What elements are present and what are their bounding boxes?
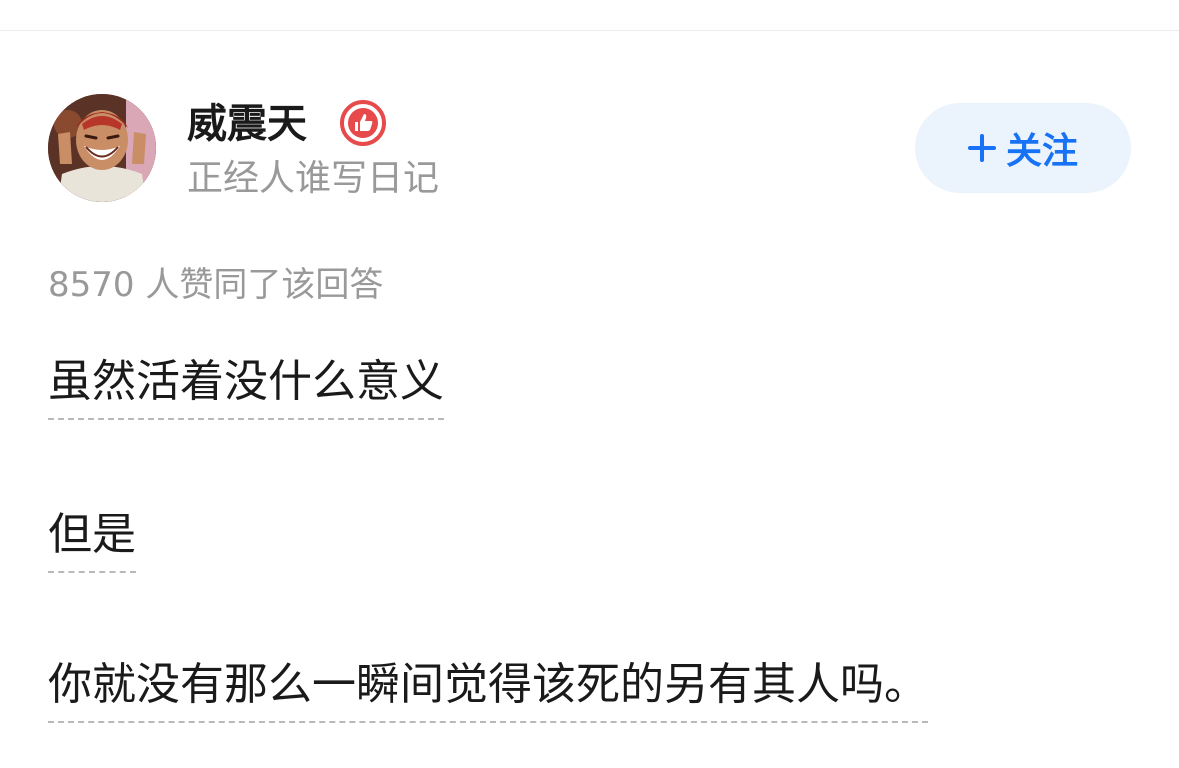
author-row: 威震天 正经人谁写日记 关注 [48,94,1131,204]
follow-button-label: 关注 [1005,131,1078,172]
thumbs-up-badge-icon [340,100,386,146]
vote-count[interactable]: 8570 人赞同了该回答 [48,262,383,308]
answer-paragraph: 你就没有那么一瞬间觉得该死的另有其人吗。 [48,655,928,723]
top-divider [0,30,1179,31]
avatar-image [48,94,156,202]
follow-button[interactable]: 关注 [915,103,1131,193]
plus-icon [967,134,996,162]
answer-paragraph: 虽然活着没什么意义 [48,352,444,420]
answer-paragraph: 但是 [48,505,136,573]
author-headline: 正经人谁写日记 [187,158,440,199]
author-avatar[interactable] [48,94,156,202]
author-name[interactable]: 威震天 [187,98,307,150]
